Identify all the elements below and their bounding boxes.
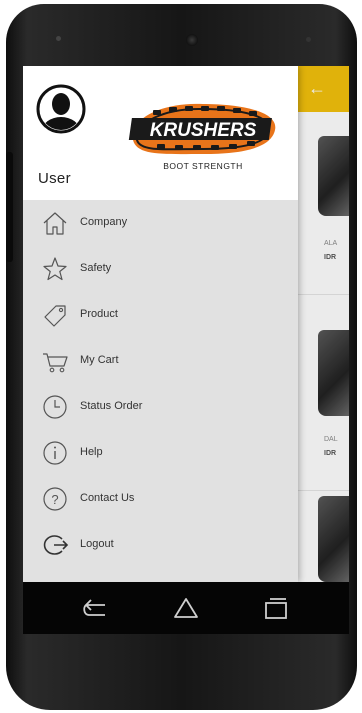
menu-item-safety[interactable]: Safety: [23, 246, 298, 292]
question-icon: ?: [40, 484, 70, 514]
sensor-dot: [306, 37, 311, 42]
menu-item-my-cart[interactable]: My Cart: [23, 338, 298, 384]
menu-item-label: Safety: [80, 262, 112, 274]
recents-icon[interactable]: [261, 596, 291, 620]
tag-icon: [40, 300, 70, 330]
menu-item-contact-us[interactable]: ? Contact Us: [23, 476, 298, 522]
menu-item-logout[interactable]: Logout: [23, 522, 298, 568]
logo-text: KRUSHERS: [150, 120, 257, 141]
speaker-dot: [56, 36, 61, 41]
clock-icon: [40, 392, 70, 422]
menu-item-label: Product: [80, 308, 118, 320]
navigation-drawer: KRUSHERS BOOT STRENGTH User Company Safe…: [23, 66, 298, 582]
drawer-header: KRUSHERS BOOT STRENGTH User: [23, 66, 298, 200]
menu-item-label: Status Order: [80, 400, 143, 412]
logo-tagline: BOOT STRENGTH: [163, 161, 243, 171]
menu-item-label: Help: [80, 446, 103, 458]
logout-icon: [40, 530, 70, 560]
screen: ← ALA IDR DAL IDR KRUSHERS BOOT STRENGTH…: [23, 66, 349, 582]
menu-item-company[interactable]: Company: [23, 200, 298, 246]
star-icon: [40, 254, 70, 284]
volume-button: [6, 152, 13, 262]
avatar-icon: [36, 84, 86, 134]
back-icon[interactable]: [79, 596, 109, 620]
menu-item-label: My Cart: [80, 354, 119, 366]
system-nav-bar: [23, 582, 349, 634]
home-icon: [40, 208, 70, 238]
cart-icon: [40, 346, 70, 376]
menu-item-help[interactable]: Help: [23, 430, 298, 476]
home-nav-icon[interactable]: [171, 596, 201, 620]
info-icon: [40, 438, 70, 468]
menu-item-label: Logout: [80, 538, 114, 550]
user-name: User: [38, 170, 71, 187]
menu-item-label: Contact Us: [80, 492, 135, 504]
menu-item-status-order[interactable]: Status Order: [23, 384, 298, 430]
krushers-logo: KRUSHERS BOOT STRENGTH: [128, 103, 276, 171]
menu-item-label: Company: [80, 216, 128, 228]
menu-item-product[interactable]: Product: [23, 292, 298, 338]
svg-text:?: ?: [51, 492, 58, 507]
front-camera: [186, 34, 198, 46]
